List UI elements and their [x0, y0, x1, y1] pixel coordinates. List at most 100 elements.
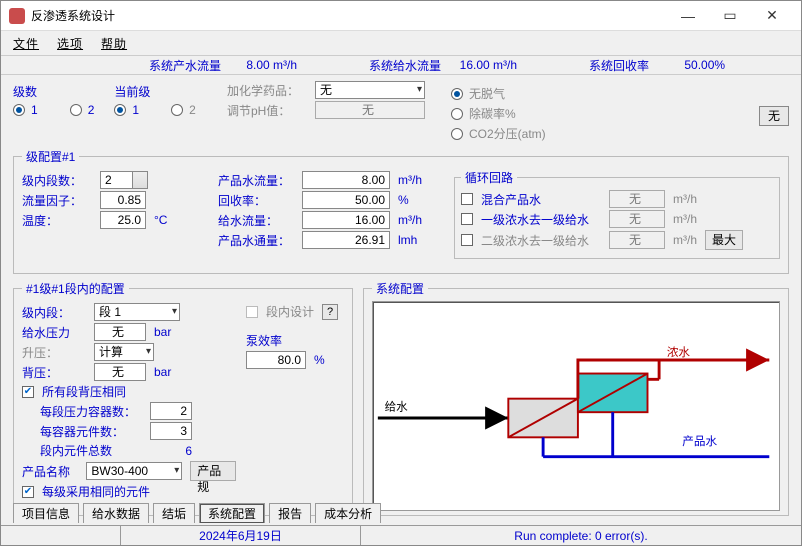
tab-scaling[interactable]: 结垢 [153, 503, 195, 523]
tab-feeddata[interactable]: 给水数据 [83, 503, 149, 523]
backp-label: 背压： [22, 364, 86, 381]
current-stage-label: 当前级 [114, 83, 195, 100]
max-button[interactable]: 最大 [705, 230, 743, 250]
inner-segs-spinner[interactable]: 2 [100, 171, 148, 189]
recovery-input[interactable]: 50.00 [302, 191, 390, 209]
ph-label: 调节pH值： [227, 102, 307, 119]
stages-label: 级数 [13, 83, 94, 100]
radio-co2p[interactable] [451, 128, 463, 140]
chem-none-button[interactable]: 无 [759, 106, 789, 126]
mix-check[interactable] [461, 193, 473, 205]
stages-group: 级数 1 2 当前级 1 [13, 79, 213, 148]
radio-co2rm[interactable] [451, 108, 463, 120]
bottom-tabs: 项目信息 给水数据 结垢 系统配置 报告 成本分析 [13, 503, 381, 523]
curr-opt1: 1 [132, 103, 139, 117]
system-config-fieldset: 系统配置 给水 [363, 280, 789, 516]
tab-sysconfig[interactable]: 系统配置 [199, 503, 265, 523]
recycle-legend: 循环回路 [461, 169, 517, 186]
feedp-input[interactable]: 无 [94, 323, 146, 341]
tab-report[interactable]: 报告 [269, 503, 311, 523]
tab-cost[interactable]: 成本分析 [315, 503, 381, 523]
maximize-button[interactable]: ▭ [709, 4, 751, 28]
pump-unit: % [314, 353, 344, 367]
backp-input[interactable]: 无 [94, 363, 146, 381]
epv-label: 每容器元件数： [22, 423, 142, 440]
stat-feedflow-label: 系统给水流量 [369, 57, 441, 74]
status-bar: 2024年6月19日 Run complete: 0 error(s). [1, 525, 801, 545]
feedflow-input[interactable]: 16.00 [302, 211, 390, 229]
permflow-input[interactable]: 8.00 [302, 171, 390, 189]
mix-val: 无 [609, 190, 665, 208]
c2f-label: 二级浓水去一级给水 [481, 232, 601, 249]
curr-radio-2[interactable] [171, 104, 183, 116]
inside-design-check[interactable] [246, 306, 258, 318]
seg-select[interactable]: 段 1 [94, 303, 180, 321]
prod-select[interactable]: BW30-400 [86, 462, 182, 480]
stages-radio-2[interactable] [70, 104, 82, 116]
lower-area: #1级#1段内的配置 级内段： 段 1 给水压力 无 bar 升压： 计算 背压… [13, 280, 789, 522]
boost-select[interactable]: 计算 [94, 343, 154, 361]
flowfactor-input[interactable]: 0.85 [100, 191, 146, 209]
chem-select[interactable]: 无 [315, 81, 425, 99]
nodegas-label: 无脱气 [469, 85, 505, 102]
seg-label: 级内段： [22, 304, 86, 321]
stat-recovery-label: 系统回收率 [589, 57, 649, 74]
degas-group: 无脱气 除碳率% CO2分压(atm) 无 [451, 79, 789, 148]
flux-input[interactable]: 26.91 [302, 231, 390, 249]
diagram-feed-label: 给水 [385, 400, 409, 413]
feedflow-unit: m³/h [398, 213, 428, 227]
menubar: 文件 选项 帮助 [1, 31, 801, 55]
close-button[interactable]: ✕ [751, 4, 793, 28]
mix-label: 混合产品水 [481, 191, 601, 208]
stage-config-legend: 级配置#1 [22, 148, 79, 165]
minimize-button[interactable]: — [667, 4, 709, 28]
menu-help[interactable]: 帮助 [101, 35, 127, 52]
status-msg: Run complete: 0 error(s). [361, 526, 801, 546]
stages-radio-1[interactable] [13, 104, 25, 116]
pv-input[interactable]: 2 [150, 402, 192, 420]
c1f-unit: m³/h [673, 212, 697, 226]
flux-unit: lmh [398, 233, 428, 247]
inner-segs-label: 级内段数： [22, 172, 92, 189]
feedp-unit: bar [154, 325, 184, 339]
stages-opt1: 1 [31, 103, 38, 117]
menu-file[interactable]: 文件 [13, 35, 39, 52]
flux-label: 产品水通量： [218, 232, 294, 249]
tot-label: 段内元件总数 [22, 442, 142, 459]
content-area: 级数 1 2 当前级 1 [1, 75, 801, 545]
stats-bar: 系统产水流量 8.00 m³/h 系统给水流量 16.00 m³/h 系统回收率… [1, 55, 801, 75]
radio-nodegas[interactable] [451, 88, 463, 100]
epv-input[interactable]: 3 [150, 422, 192, 440]
c2f-check[interactable] [461, 234, 473, 246]
menu-options[interactable]: 选项 [57, 35, 83, 52]
samebp-check[interactable]: ✔ [22, 386, 34, 398]
recovery-unit: % [398, 193, 428, 207]
permflow-label: 产品水流量： [218, 172, 294, 189]
feedp-label: 给水压力 [22, 324, 86, 341]
pump-input[interactable]: 80.0 [246, 351, 306, 369]
stat-feedflow-value: 16.00 m³/h [447, 58, 517, 72]
c1f-label: 一级浓水去一级给水 [481, 211, 601, 228]
ph-value: 无 [315, 101, 425, 119]
curr-radio-1[interactable] [114, 104, 126, 116]
top-row: 级数 1 2 当前级 1 [13, 79, 789, 148]
window-title: 反渗透系统设计 [31, 7, 667, 24]
samebp-label: 所有段背压相同 [42, 383, 126, 400]
system-config-legend: 系统配置 [372, 280, 428, 297]
inside-design-help[interactable]: ? [322, 304, 338, 320]
inside-design-label: 段内设计 [266, 303, 314, 320]
temp-unit: °C [154, 213, 184, 227]
curr-opt2: 2 [189, 103, 196, 117]
prod-spec-button[interactable]: 产品规 [190, 461, 236, 481]
status-date: 2024年6月19日 [121, 526, 361, 545]
temp-input[interactable]: 25.0 [100, 211, 146, 229]
diagram-perm-label: 产品水 [682, 434, 717, 448]
c2f-unit: m³/h [673, 233, 697, 247]
tab-project[interactable]: 项目信息 [13, 503, 79, 523]
sameel-check[interactable]: ✔ [22, 486, 34, 498]
system-diagram: 给水 浓水 [372, 301, 780, 511]
co2p-label: CO2分压(atm) [469, 125, 546, 142]
flowfactor-label: 流量因子： [22, 192, 92, 209]
c1f-check[interactable] [461, 213, 473, 225]
pump-label: 泵效率 [246, 332, 344, 349]
